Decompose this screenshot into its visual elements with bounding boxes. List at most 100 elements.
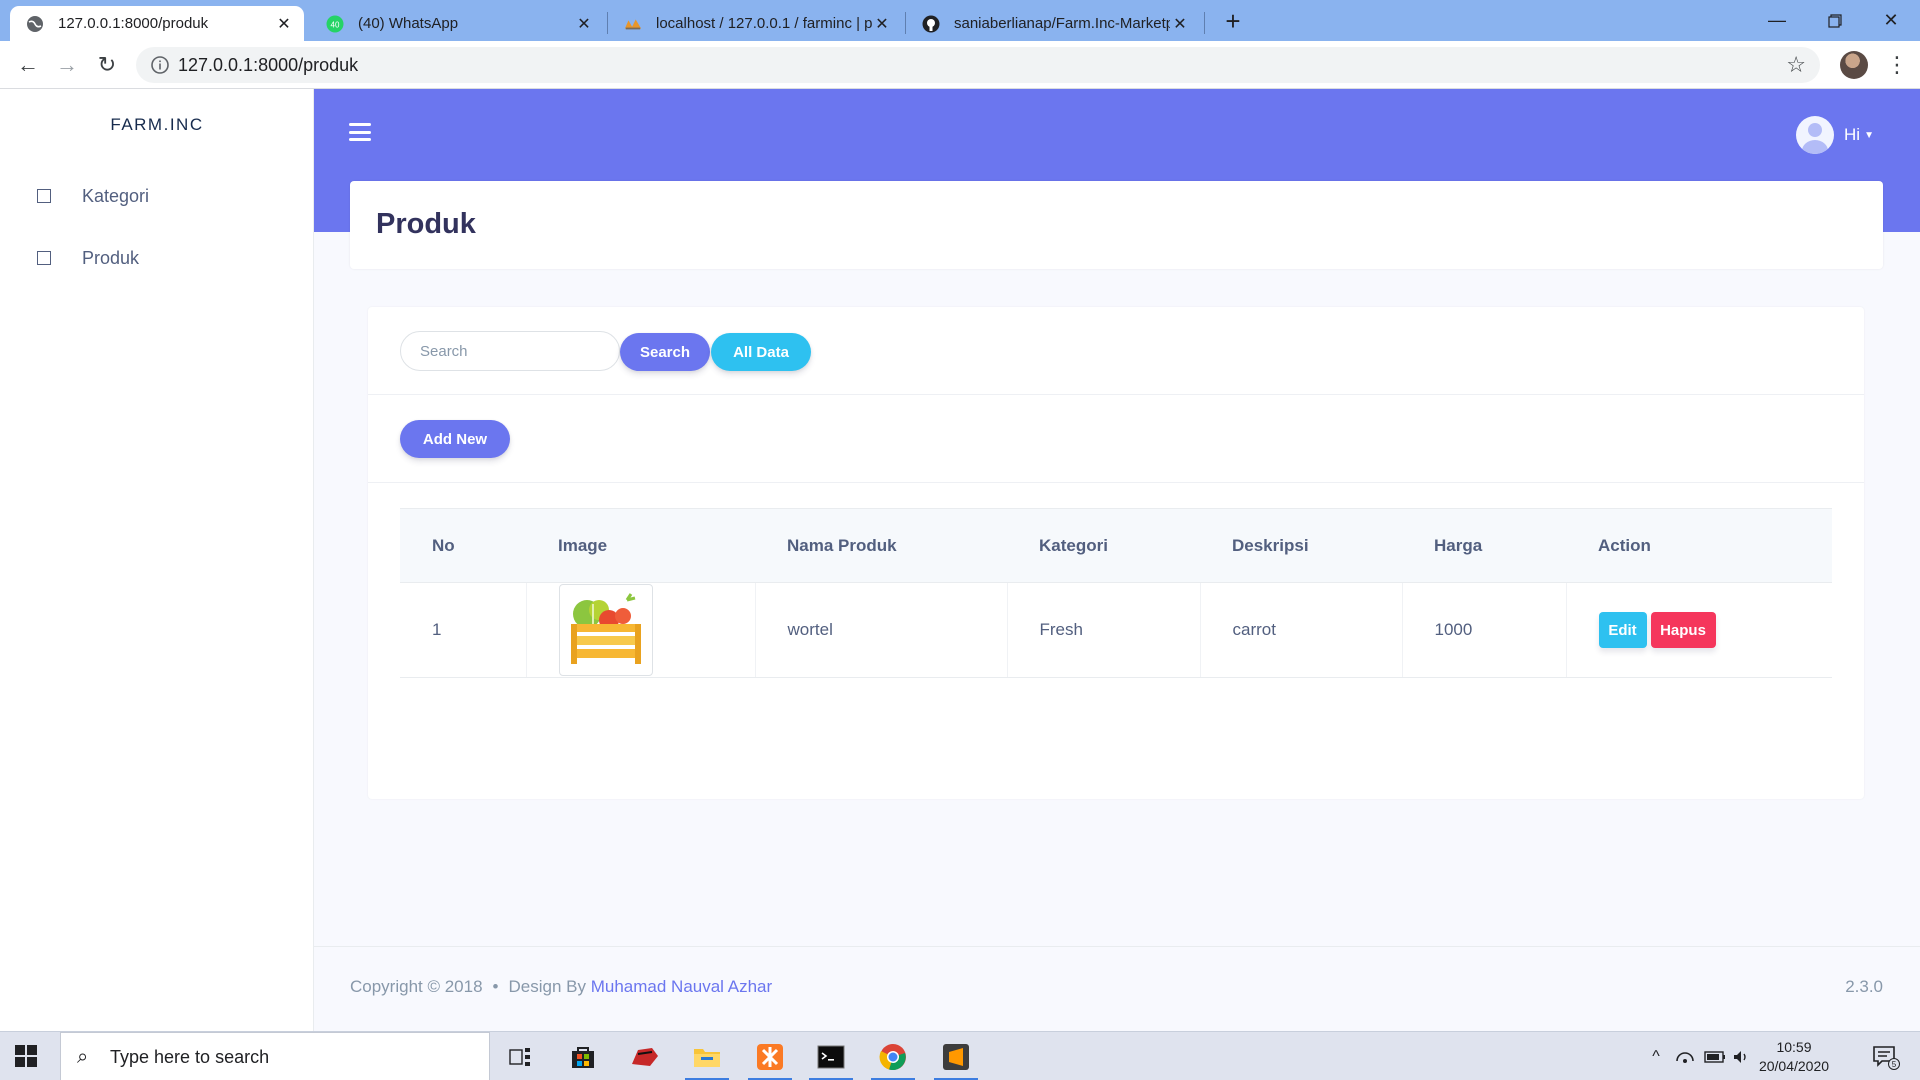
- github-icon: [922, 15, 940, 33]
- chrome-icon[interactable]: [867, 1032, 919, 1080]
- cell-no: 1: [400, 582, 527, 678]
- close-icon[interactable]: ✕: [574, 14, 594, 34]
- design-by-text: Design By: [508, 977, 586, 996]
- page-title-card: Produk: [350, 181, 1883, 269]
- notification-center-icon[interactable]: 5: [1868, 1032, 1904, 1080]
- close-icon[interactable]: ✕: [1170, 14, 1190, 34]
- add-new-button[interactable]: Add New: [400, 420, 510, 458]
- globe-icon: [26, 15, 44, 33]
- user-avatar-icon: [1796, 116, 1835, 154]
- battery-icon[interactable]: [1702, 1032, 1728, 1080]
- hamburger-menu-icon[interactable]: [349, 123, 371, 141]
- search-input[interactable]: [400, 331, 620, 371]
- minimize-icon[interactable]: —: [1748, 0, 1806, 41]
- profile-avatar[interactable]: [1840, 51, 1868, 79]
- phpmyadmin-icon: [624, 15, 642, 33]
- square-icon: [37, 251, 51, 265]
- bookmark-star-icon[interactable]: ☆: [1786, 52, 1806, 78]
- footer: Copyright © 2018 • Design By Muhamad Nauva…: [314, 946, 1920, 1031]
- whatsapp-icon: 40: [326, 15, 344, 33]
- sidebar-item-label: Kategori: [82, 185, 150, 206]
- url-text[interactable]: 127.0.0.1:8000/produk: [178, 47, 358, 83]
- browser-toolbar: ← → ↻ 127.0.0.1:8000/produk ☆ ⋮: [0, 41, 1920, 89]
- forward-arrow-icon[interactable]: →: [53, 51, 81, 79]
- column-header: Kategori: [1007, 508, 1200, 583]
- column-header: Image: [526, 508, 755, 583]
- bullet-separator: •: [492, 977, 499, 996]
- terminal-icon[interactable]: [805, 1032, 857, 1080]
- sidebar-item-label: Produk: [82, 247, 140, 268]
- caret-down-icon: ▼: [1864, 129, 1874, 141]
- brand-logo[interactable]: FARM.INC: [0, 115, 314, 135]
- table-row: 1 wortel Fresh carrot 1000 Edit Hapus: [400, 582, 1832, 678]
- cell-nama-produk: wortel: [755, 582, 1008, 678]
- restore-icon[interactable]: [1806, 0, 1864, 41]
- close-icon[interactable]: ✕: [274, 14, 294, 34]
- column-header: Action: [1566, 508, 1832, 583]
- browser-tabstrip: 127.0.0.1:8000/produk ✕ 40 (40) WhatsApp…: [0, 0, 1920, 41]
- vegetable-crate-icon: [558, 584, 653, 676]
- game-app-icon[interactable]: [619, 1032, 671, 1080]
- cell-action: Edit Hapus: [1566, 582, 1832, 678]
- chevron-up-icon[interactable]: ^: [1644, 1032, 1668, 1080]
- more-menu-icon[interactable]: ⋮: [1886, 51, 1908, 79]
- column-header: No: [400, 508, 526, 583]
- windows-start-icon[interactable]: [14, 1044, 38, 1068]
- produk-table: No Image Nama Produk Kategori Deskripsi …: [400, 508, 1832, 678]
- search-icon: ⌕: [77, 1046, 89, 1068]
- sidebar-item-kategori[interactable]: Kategori: [0, 176, 314, 216]
- network-icon[interactable]: [1672, 1032, 1698, 1080]
- reload-icon[interactable]: ↻: [93, 51, 121, 79]
- file-explorer-icon[interactable]: [681, 1032, 733, 1080]
- taskbar-search-placeholder: Type here to search: [110, 1047, 270, 1067]
- delete-button[interactable]: Hapus: [1650, 612, 1716, 648]
- tab-phpmyadmin[interactable]: localhost / 127.0.0.1 / farminc | p ✕: [608, 6, 902, 41]
- clock-date: 20/04/2020: [1758, 1058, 1830, 1074]
- window-close-icon[interactable]: ✕: [1862, 0, 1920, 41]
- xampp-icon[interactable]: [744, 1032, 796, 1080]
- sidebar: FARM.INC Kategori Produk: [0, 89, 314, 1031]
- cell-kategori: Fresh: [1007, 582, 1201, 678]
- tab-title: localhost / 127.0.0.1 / farminc | p: [656, 15, 872, 32]
- taskbar-search[interactable]: ⌕ Type here to search: [60, 1032, 490, 1080]
- page-title: Produk: [376, 208, 476, 240]
- all-data-button[interactable]: All Data: [711, 333, 811, 371]
- copyright-text: Copyright © 2018: [350, 977, 483, 996]
- search-button[interactable]: Search: [620, 333, 710, 371]
- footer-credits: Copyright © 2018 • Design By Muhamad Nauva…: [350, 977, 772, 997]
- close-icon[interactable]: ✕: [872, 14, 892, 34]
- back-arrow-icon[interactable]: ←: [14, 51, 42, 79]
- square-icon: [37, 189, 51, 203]
- windows-taskbar: ⌕ Type here to search ^ 10:59 20/04/2020…: [0, 1031, 1920, 1080]
- task-view-icon[interactable]: [494, 1032, 546, 1080]
- cell-harga: 1000: [1402, 582, 1567, 678]
- microsoft-store-icon[interactable]: [557, 1032, 609, 1080]
- tab-divider: [1204, 12, 1205, 34]
- tab-whatsapp[interactable]: 40 (40) WhatsApp ✕: [310, 6, 604, 41]
- edit-button[interactable]: Edit: [1598, 612, 1647, 648]
- column-header: Harga: [1402, 508, 1566, 583]
- produk-card: Search All Data Add New No Image Nama Pr…: [368, 307, 1864, 799]
- user-greeting: Hi: [1844, 125, 1861, 144]
- tab-github[interactable]: saniaberlianap/Farm.Inc-Marketp ✕: [906, 6, 1200, 41]
- svg-text:40: 40: [331, 20, 340, 29]
- table-header-row: No Image Nama Produk Kategori Deskripsi …: [400, 508, 1832, 583]
- author-link[interactable]: Muhamad Nauval Azhar: [591, 977, 772, 996]
- search-bar: Search All Data: [368, 307, 1864, 395]
- info-icon[interactable]: [150, 55, 170, 75]
- column-header: Nama Produk: [755, 508, 1007, 583]
- clock-time: 10:59: [1776, 1039, 1812, 1055]
- tab-produk[interactable]: 127.0.0.1:8000/produk ✕: [10, 6, 304, 41]
- version-text: 2.3.0: [1845, 977, 1883, 996]
- volume-icon[interactable]: [1730, 1032, 1752, 1080]
- system-clock[interactable]: 10:59 20/04/2020: [1752, 1038, 1836, 1076]
- cell-image: [526, 582, 756, 678]
- cell-deskripsi: carrot: [1200, 582, 1403, 678]
- user-menu[interactable]: Hi ▼: [1796, 116, 1874, 154]
- svg-text:5: 5: [1892, 1060, 1897, 1069]
- sidebar-item-produk[interactable]: Produk: [0, 238, 314, 278]
- sublime-text-icon[interactable]: [930, 1032, 982, 1080]
- new-tab-button[interactable]: +: [1219, 8, 1247, 36]
- column-header: Deskripsi: [1200, 508, 1402, 583]
- address-bar[interactable]: 127.0.0.1:8000/produk ☆: [136, 47, 1820, 83]
